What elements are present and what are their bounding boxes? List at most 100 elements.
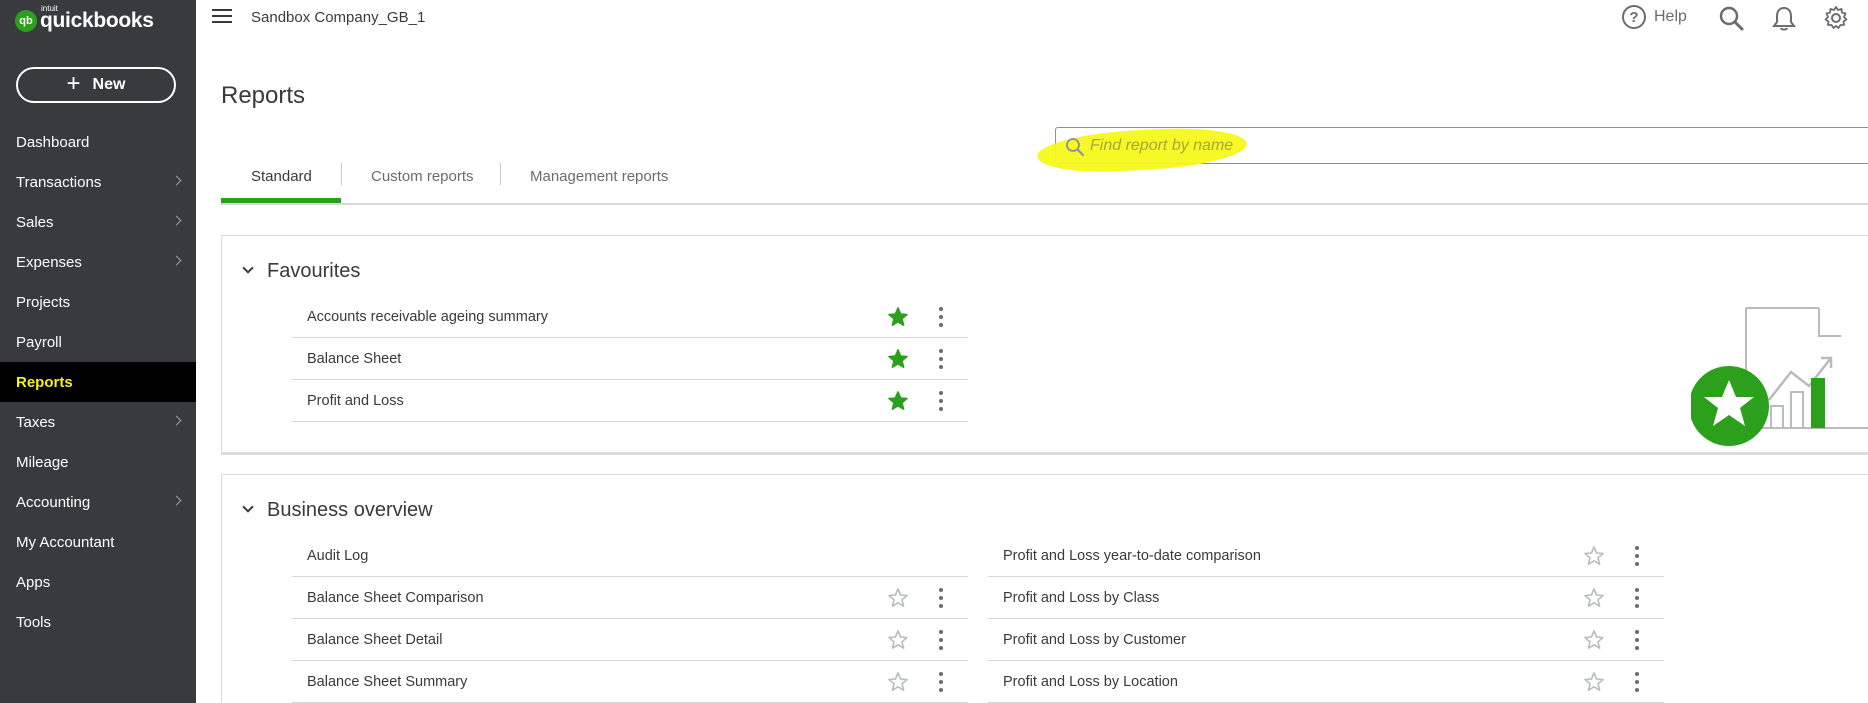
report-name-link[interactable]: Audit Log [292,548,968,564]
sidebar-item-label: My Accountant [16,533,115,551]
chevron-right-icon [171,215,182,226]
search-icon[interactable] [1717,4,1745,32]
report-row[interactable]: Accounts receivable ageing summary [292,296,968,338]
report-name-link[interactable]: Profit and Loss by Customer [988,632,1664,648]
report-name-link[interactable]: Profit and Loss by Location [988,674,1664,690]
report-row[interactable]: Audit Log [292,535,968,577]
chevron-down-icon[interactable] [242,501,254,513]
sidebar-item-projects[interactable]: Projects [0,282,196,322]
chevron-right-icon [171,415,182,426]
report-name-link[interactable]: Profit and Loss by Class [988,590,1664,606]
sidebar: qb intuit quickbooks + New Dashboard Tran… [0,0,196,703]
more-options-icon[interactable] [1634,672,1640,692]
star-outline-icon[interactable] [887,587,909,609]
sidebar-item-label: Sales [16,213,54,231]
new-button[interactable]: + New [16,67,176,103]
sidebar-item-label: Taxes [16,413,56,431]
quickbooks-logo[interactable]: qb intuit quickbooks [15,4,154,36]
star-filled-icon[interactable] [887,306,909,328]
gear-icon[interactable] [1822,4,1850,32]
sidebar-item-my-accountant[interactable]: My Accountant [0,522,196,562]
plus-icon: + [66,70,81,97]
sidebar-item-tools[interactable]: Tools [0,602,196,642]
tabs-rule [221,203,1868,205]
favourites-section: Favourites Accounts receivable ageing su… [221,235,1868,455]
sidebar-item-accounting[interactable]: Accounting [0,482,196,522]
page-title: Reports [221,82,306,109]
more-options-icon[interactable] [938,630,944,650]
sidebar-item-label: Dashboard [16,133,90,151]
help-label: Help [1654,8,1687,25]
report-row[interactable]: Profit and Loss by Location [988,661,1664,703]
report-row[interactable]: Balance Sheet Comparison [292,577,968,619]
sidebar-item-label: Accounting [16,493,91,511]
more-options-icon[interactable] [938,349,944,369]
tab-standard[interactable]: Standard [221,150,341,202]
star-outline-icon[interactable] [887,629,909,651]
help-icon: ? [1622,5,1646,29]
report-row[interactable]: Balance Sheet Detail [292,619,968,661]
more-options-icon[interactable] [938,307,944,327]
report-name-link[interactable]: Accounts receivable ageing summary [292,309,968,325]
sidebar-item-expenses[interactable]: Expenses [0,242,196,282]
report-name-link[interactable]: Balance Sheet [292,351,968,367]
bell-icon[interactable] [1770,4,1798,32]
star-filled-icon[interactable] [887,390,909,412]
more-options-icon[interactable] [938,588,944,608]
logo-intuit: intuit [41,4,58,13]
more-options-icon[interactable] [1634,588,1640,608]
more-options-icon[interactable] [938,672,944,692]
star-outline-icon[interactable] [1583,671,1605,693]
star-filled-icon[interactable] [887,348,909,370]
report-name-link[interactable]: Profit and Loss [292,393,968,409]
sidebar-item-label: Reports [16,373,73,391]
sidebar-item-apps[interactable]: Apps [0,562,196,602]
tab-custom-reports[interactable]: Custom reports [341,150,500,202]
chevron-right-icon [171,255,182,266]
star-outline-icon[interactable] [1583,545,1605,567]
report-name-link[interactable]: Balance Sheet Comparison [292,590,968,606]
sidebar-item-label: Tools [16,613,52,631]
chevron-right-icon [171,495,182,506]
hamburger-menu-icon[interactable] [212,9,232,25]
chevron-down-icon[interactable] [242,262,254,274]
star-outline-icon[interactable] [1583,629,1605,651]
chevron-right-icon [171,175,182,186]
report-row[interactable]: Profit and Loss by Customer [988,619,1664,661]
star-outline-icon[interactable] [887,671,909,693]
star-outline-icon[interactable] [1583,587,1605,609]
sidebar-item-reports[interactable]: Reports [0,362,196,402]
logo-text: intuit quickbooks [40,4,154,33]
sidebar-item-label: Mileage [16,453,69,471]
report-name-link[interactable]: Balance Sheet Summary [292,674,968,690]
sidebar-item-label: Projects [16,293,71,311]
tab-management-reports[interactable]: Management reports [500,150,675,202]
sidebar-item-label: Expenses [16,253,82,271]
favourites-title[interactable]: Favourites [267,260,360,283]
search-field-icon [1066,138,1084,156]
report-row[interactable]: Profit and Loss [292,380,968,422]
sidebar-item-payroll[interactable]: Payroll [0,322,196,362]
sidebar-item-mileage[interactable]: Mileage [0,442,196,482]
sidebar-item-label: Payroll [16,333,62,351]
report-name-link[interactable]: Balance Sheet Detail [292,632,968,648]
active-tab-indicator [221,198,341,203]
sidebar-item-dashboard[interactable]: Dashboard [0,122,196,162]
report-row[interactable]: Profit and Loss year-to-date comparison [988,535,1664,577]
report-search-input[interactable] [1090,134,1490,158]
report-row[interactable]: Profit and Loss by Class [988,577,1664,619]
top-bar: Sandbox Company_GB_1 ? Help [196,0,1868,40]
sidebar-item-sales[interactable]: Sales [0,202,196,242]
help-button[interactable]: ? Help [1622,5,1687,29]
business-overview-title[interactable]: Business overview [267,499,433,522]
company-name: Sandbox Company_GB_1 [251,9,426,26]
report-row[interactable]: Balance Sheet Summary [292,661,968,703]
more-options-icon[interactable] [1634,546,1640,566]
more-options-icon[interactable] [1634,630,1640,650]
report-row[interactable]: Balance Sheet [292,338,968,380]
report-name-link[interactable]: Profit and Loss year-to-date comparison [988,548,1664,564]
more-options-icon[interactable] [938,391,944,411]
sidebar-item-taxes[interactable]: Taxes [0,402,196,442]
sidebar-nav: Dashboard Transactions Sales Expenses Projec… [0,122,196,642]
sidebar-item-transactions[interactable]: Transactions [0,162,196,202]
